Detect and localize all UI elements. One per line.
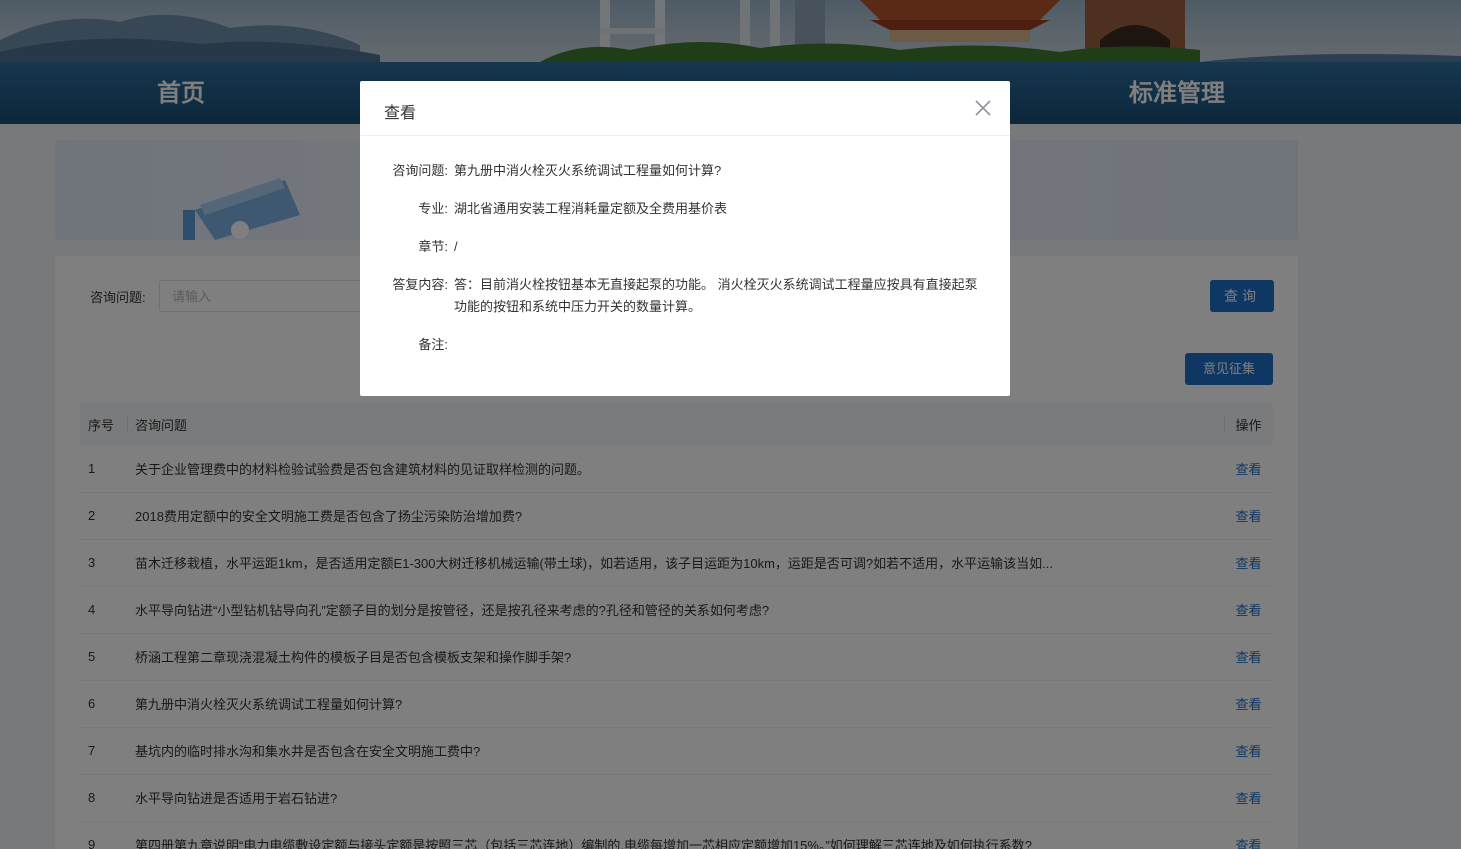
field-label-major: 专业: — [418, 201, 448, 216]
field-label-chapter: 章节: — [418, 239, 448, 254]
dialog-header: 查看 — [360, 81, 1010, 136]
close-icon[interactable] — [974, 99, 992, 117]
field-value-major: 湖北省通用安装工程消耗量定额及全费用基价表 — [454, 201, 728, 216]
field-label-question: 咨询问题: — [392, 163, 448, 178]
field-value-chapter: / — [454, 239, 458, 254]
field-label-remark: 备注: — [418, 337, 448, 352]
field-label-answer: 答复内容: — [392, 277, 448, 292]
field-value-answer: 答：目前消火栓按钮基本无直接起泵的功能。 消火栓灭火系统调试工程量应按具有直接起… — [454, 277, 978, 314]
field-value-question: 第九册中消火栓灭火系统调试工程量如何计算? — [454, 163, 722, 178]
view-dialog: 查看 咨询问题: 第九册中消火栓灭火系统调试工程量如何计算? 专业: 湖北省通用… — [360, 81, 1010, 396]
dialog-title: 查看 — [384, 105, 417, 122]
